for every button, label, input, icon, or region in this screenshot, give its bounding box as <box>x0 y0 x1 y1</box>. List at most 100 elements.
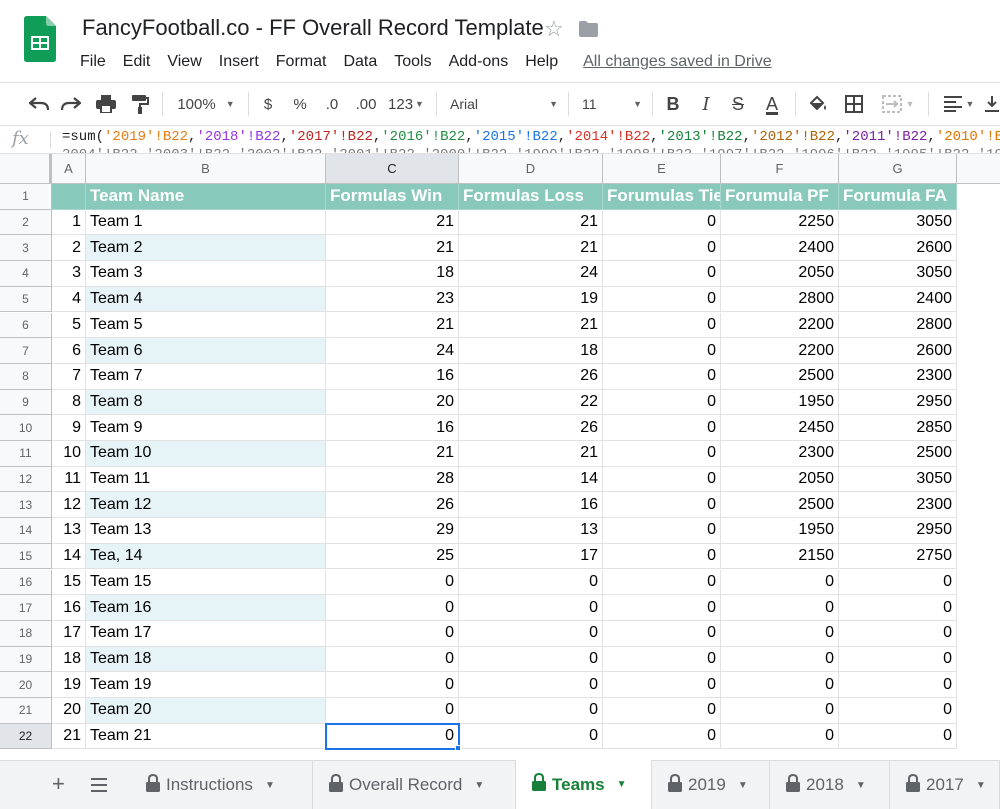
increase-decimal-button[interactable]: .00 <box>352 83 380 125</box>
table-cell[interactable]: 2600 <box>839 338 957 364</box>
table-cell[interactable]: Team 20 <box>86 698 326 724</box>
table-cell[interactable]: 2050 <box>721 261 839 287</box>
save-status-link[interactable]: All changes saved in Drive <box>583 51 772 73</box>
table-cell[interactable]: 2250 <box>721 209 839 236</box>
table-cell[interactable]: 0 <box>603 646 721 673</box>
table-cell[interactable]: 13 <box>459 518 603 544</box>
table-cell[interactable]: 21 <box>459 235 603 262</box>
table-cell[interactable]: 24 <box>326 338 459 364</box>
menu-help[interactable]: Help <box>525 51 558 73</box>
table-cell[interactable]: 4 <box>52 286 86 313</box>
table-cell[interactable]: 0 <box>603 209 721 236</box>
table-cell[interactable]: 0 <box>459 698 603 724</box>
table-cell[interactable]: 0 <box>721 672 839 698</box>
table-cell[interactable]: Team 11 <box>86 466 326 493</box>
font-family-select[interactable]: Arial ▼ <box>450 83 558 125</box>
table-cell[interactable]: 16 <box>326 363 459 390</box>
chevron-down-icon[interactable]: ▼ <box>265 780 275 791</box>
zoom-select[interactable]: 100% ▼ <box>172 83 240 125</box>
table-cell[interactable]: 2800 <box>721 286 839 313</box>
row-header[interactable]: 2 <box>0 209 52 236</box>
italic-button[interactable]: I <box>696 83 716 125</box>
table-cell[interactable]: 21 <box>326 312 459 339</box>
table-cell[interactable]: 24 <box>459 261 603 287</box>
table-cell[interactable]: 0 <box>839 646 957 673</box>
table-cell[interactable]: 1950 <box>721 389 839 416</box>
table-cell[interactable]: 2400 <box>839 286 957 313</box>
table-cell[interactable]: Team 3 <box>86 261 326 287</box>
sheet-tab-2017[interactable]: 2017 ▼ <box>890 761 1000 809</box>
row-header[interactable]: 19 <box>0 646 52 673</box>
table-cell[interactable]: 0 <box>839 698 957 724</box>
table-cell[interactable]: 0 <box>326 672 459 698</box>
merge-cells-button[interactable]: ▼ <box>876 83 920 125</box>
table-cell[interactable]: Team 19 <box>86 672 326 698</box>
row-header[interactable]: 13 <box>0 492 52 519</box>
borders-button[interactable] <box>842 83 866 125</box>
menu-insert[interactable]: Insert <box>219 51 259 73</box>
row-header[interactable]: 15 <box>0 543 52 570</box>
table-cell[interactable]: 0 <box>603 261 721 287</box>
table-cell[interactable]: Team 15 <box>86 569 326 596</box>
table-cell[interactable]: 0 <box>326 620 459 647</box>
table-cell[interactable]: 2400 <box>721 235 839 262</box>
menu-format[interactable]: Format <box>276 51 327 73</box>
table-cell[interactable]: 0 <box>459 723 603 750</box>
row-header[interactable]: 20 <box>0 672 52 698</box>
table-cell[interactable]: 0 <box>603 518 721 544</box>
table-cell[interactable]: Team 10 <box>86 441 326 467</box>
table-cell[interactable]: 1950 <box>721 518 839 544</box>
table-cell[interactable]: 16 <box>52 595 86 621</box>
table-cell[interactable]: 0 <box>603 312 721 339</box>
header-cell[interactable]: Team Name <box>86 184 326 210</box>
bold-button[interactable]: B <box>662 83 684 125</box>
currency-format-button[interactable]: $ <box>258 83 278 125</box>
table-cell[interactable]: 16 <box>459 492 603 519</box>
table-cell[interactable]: Team 12 <box>86 492 326 519</box>
row-header[interactable]: 8 <box>0 363 52 390</box>
table-cell[interactable]: Team 13 <box>86 518 326 544</box>
table-cell[interactable]: 0 <box>603 338 721 364</box>
paint-format-button[interactable] <box>127 83 153 125</box>
table-cell[interactable]: 0 <box>603 595 721 621</box>
table-cell[interactable]: Team 8 <box>86 389 326 416</box>
folder-icon[interactable] <box>578 21 598 37</box>
column-header-d[interactable]: D <box>459 154 603 183</box>
decrease-decimal-button[interactable]: .0 <box>320 83 344 125</box>
more-formats-button[interactable]: 123 ▼ <box>385 83 427 125</box>
table-cell[interactable]: 0 <box>721 569 839 596</box>
table-cell[interactable]: 2850 <box>839 415 957 441</box>
table-cell[interactable]: 21 <box>459 441 603 467</box>
table-cell[interactable]: 0 <box>839 620 957 647</box>
table-cell[interactable]: Team 1 <box>86 209 326 236</box>
table-cell[interactable]: 2300 <box>839 492 957 519</box>
row-header[interactable]: 4 <box>0 261 52 287</box>
table-cell[interactable]: 17 <box>52 620 86 647</box>
vertical-align-button[interactable] <box>984 83 1000 125</box>
row-header[interactable]: 18 <box>0 620 52 647</box>
chevron-down-icon[interactable]: ▼ <box>474 780 484 791</box>
table-cell[interactable]: 0 <box>603 620 721 647</box>
star-icon[interactable]: ☆ <box>544 16 564 42</box>
table-cell[interactable]: 20 <box>52 698 86 724</box>
row-header[interactable]: 12 <box>0 466 52 493</box>
table-cell[interactable]: 15 <box>52 569 86 596</box>
table-cell[interactable]: 22 <box>459 389 603 416</box>
menu-file[interactable]: File <box>80 51 106 73</box>
table-cell[interactable]: 8 <box>52 389 86 416</box>
formula-input[interactable]: =sum('2019'!B22,'2018'!B22,'2017'!B22,'2… <box>62 128 1000 146</box>
table-cell[interactable]: 7 <box>52 363 86 390</box>
table-cell[interactable]: 0 <box>839 672 957 698</box>
sheet-tab-2019[interactable]: 2019 ▼ <box>652 761 770 809</box>
table-cell[interactable]: 0 <box>326 723 459 750</box>
strikethrough-button[interactable]: S <box>727 83 749 125</box>
all-sheets-list-icon[interactable] <box>91 778 107 792</box>
table-cell[interactable]: 0 <box>603 235 721 262</box>
table-cell[interactable]: 19 <box>459 286 603 313</box>
table-cell[interactable]: 10 <box>52 441 86 467</box>
table-cell[interactable]: 0 <box>459 595 603 621</box>
percent-format-button[interactable]: % <box>290 83 310 125</box>
table-cell[interactable]: 26 <box>459 415 603 441</box>
table-cell[interactable]: Team 17 <box>86 620 326 647</box>
table-cell[interactable]: 25 <box>326 543 459 570</box>
